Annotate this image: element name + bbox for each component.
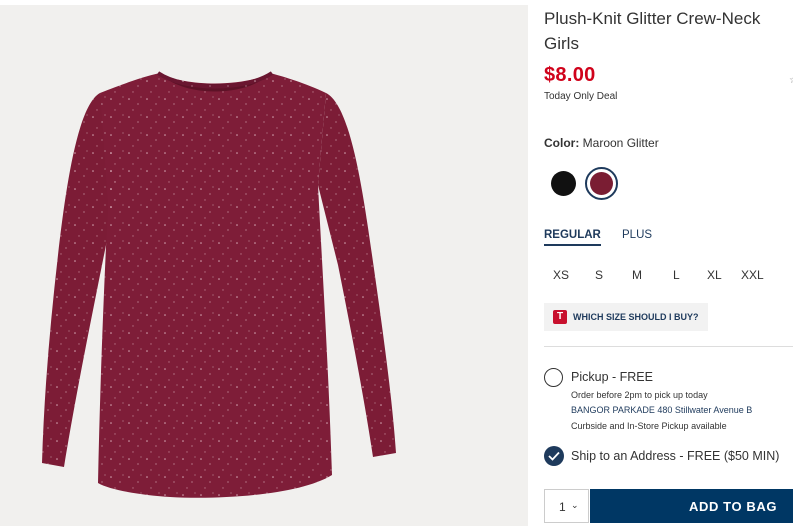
size-xl[interactable]: XL bbox=[707, 268, 722, 282]
shirt-illustration bbox=[42, 71, 396, 498]
size-xxl[interactable]: XXL bbox=[741, 268, 764, 282]
size-l[interactable]: L bbox=[673, 268, 680, 282]
pickup-store-link[interactable]: BANGOR PARKADE 480 Stillwater Avenue B bbox=[571, 405, 752, 415]
swatch-maroon-fill bbox=[590, 172, 613, 195]
tab-regular[interactable]: REGULAR bbox=[544, 229, 601, 246]
size-guide-icon: T bbox=[553, 310, 567, 324]
chevron-down-icon: ⌄ bbox=[571, 500, 579, 510]
product-price: $8.00 bbox=[544, 64, 596, 86]
checkmark-icon bbox=[548, 451, 560, 461]
size-m[interactable]: M bbox=[632, 268, 642, 282]
size-guide-button[interactable]: T WHICH SIZE SHOULD I BUY? bbox=[544, 303, 708, 331]
product-details: Plush-Knit Glitter Crew-Neck Girls $8.00… bbox=[544, 0, 793, 526]
quantity-select[interactable]: 1 ⌄ bbox=[544, 489, 589, 523]
product-title-line-1: Plush-Knit Glitter Crew-Neck bbox=[544, 9, 761, 28]
pickup-note: Curbside and In-Store Pickup available bbox=[571, 421, 727, 431]
star-icon[interactable]: ☆ bbox=[789, 75, 793, 86]
color-label-prefix: Color: bbox=[544, 136, 580, 150]
product-image bbox=[0, 5, 528, 526]
ship-radio[interactable] bbox=[544, 446, 564, 466]
selected-color-name: Maroon Glitter bbox=[582, 136, 659, 150]
ship-title: Ship to an Address - FREE ($50 MIN) bbox=[571, 449, 780, 463]
divider bbox=[544, 346, 793, 347]
product-title-line-2: Girls bbox=[544, 34, 579, 53]
pickup-title: Pickup - FREE bbox=[571, 370, 653, 384]
quantity-value: 1 bbox=[559, 500, 566, 514]
color-label: Color: Maroon Glitter bbox=[544, 136, 659, 150]
deal-label: Today Only Deal bbox=[544, 91, 618, 102]
add-to-bag-button[interactable]: ADD TO BAG bbox=[590, 489, 793, 523]
size-guide-label: WHICH SIZE SHOULD I BUY? bbox=[573, 312, 699, 322]
size-s[interactable]: S bbox=[595, 268, 603, 282]
tab-plus[interactable]: PLUS bbox=[622, 229, 652, 241]
size-xs[interactable]: XS bbox=[553, 268, 569, 282]
add-to-bag-label: ADD TO BAG bbox=[689, 499, 778, 514]
pickup-radio[interactable] bbox=[544, 368, 563, 387]
swatch-black[interactable] bbox=[551, 171, 576, 196]
pickup-cutoff: Order before 2pm to pick up today bbox=[571, 390, 708, 400]
swatch-maroon-glitter[interactable] bbox=[585, 167, 618, 200]
product-title: Plush-Knit Glitter Crew-Neck Girls bbox=[544, 6, 793, 56]
